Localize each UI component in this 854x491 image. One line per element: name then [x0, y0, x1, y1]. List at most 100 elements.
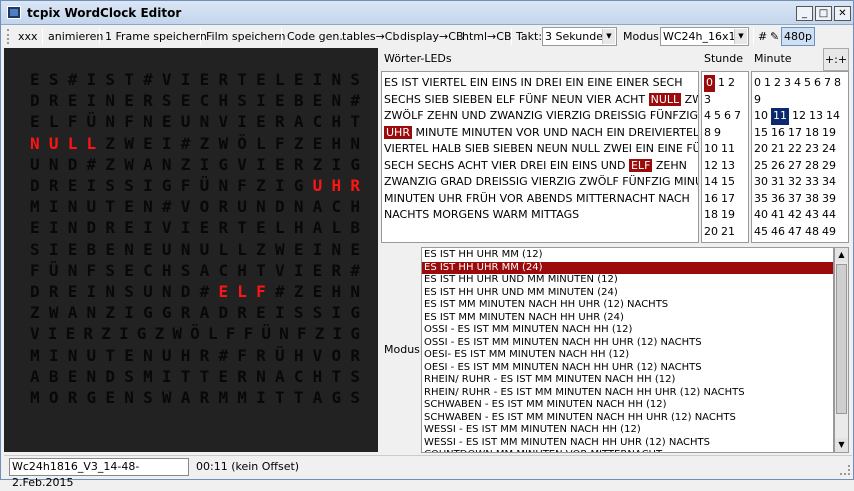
- clock-letter[interactable]: Ü: [87, 112, 97, 131]
- clock-letter[interactable]: A: [143, 155, 153, 174]
- clock-letter[interactable]: E: [68, 367, 78, 386]
- clock-letter[interactable]: R: [49, 91, 59, 110]
- resolution-button[interactable]: 480p: [781, 27, 815, 46]
- modus-item[interactable]: RHEIN/ RUHR - ES IST MM MINUTEN NACH HH …: [422, 374, 833, 387]
- clock-letter[interactable]: N: [68, 261, 78, 280]
- clock-letter[interactable]: F: [30, 261, 40, 280]
- clock-letter[interactable]: U: [87, 197, 97, 216]
- clock-letter[interactable]: I: [87, 282, 97, 301]
- clock-letter[interactable]: E: [313, 91, 323, 110]
- close-icon[interactable]: ✕: [834, 6, 851, 21]
- clock-letter[interactable]: I: [143, 218, 153, 237]
- clock-letter[interactable]: S: [350, 70, 360, 89]
- hour-item[interactable]: 17: [721, 191, 738, 208]
- modus-item[interactable]: OSSI - ES IST MM MINUTEN NACH HH UHR (12…: [422, 337, 833, 350]
- clock-letter[interactable]: B: [294, 91, 304, 110]
- clock-letter[interactable]: L: [256, 134, 266, 153]
- minute-item[interactable]: 46: [771, 224, 788, 241]
- clock-letter[interactable]: #: [350, 91, 360, 110]
- clock-letter[interactable]: I: [162, 367, 172, 386]
- modus-item[interactable]: RHEIN/ RUHR - ES IST MM MINUTEN NACH HH …: [422, 387, 833, 400]
- word-line[interactable]: ES IST VIERTEL EIN EINS IN DREI EIN EINE…: [384, 75, 696, 92]
- clock-letter[interactable]: S: [143, 388, 153, 407]
- hour-item[interactable]: 18: [704, 207, 721, 224]
- clock-letter[interactable]: L: [68, 134, 78, 153]
- clock-letter[interactable]: A: [30, 367, 40, 386]
- clock-letter[interactable]: N: [350, 134, 360, 153]
- minute-item[interactable]: 31: [771, 174, 788, 191]
- clock-letter[interactable]: V: [237, 155, 247, 174]
- clock-letter[interactable]: R: [181, 303, 191, 322]
- clock-letter[interactable]: H: [218, 91, 228, 110]
- clock-letter[interactable]: H: [294, 218, 304, 237]
- clock-letter[interactable]: E: [30, 70, 40, 89]
- clock-letter[interactable]: I: [48, 324, 58, 343]
- clock-letter[interactable]: R: [49, 176, 59, 195]
- clock-letter[interactable]: D: [275, 197, 285, 216]
- clock-letter[interactable]: N: [350, 282, 360, 301]
- modus-item[interactable]: SCHWABEN - ES IST MM MINUTEN NACH HH (12…: [422, 399, 833, 412]
- word-leds-list[interactable]: ES IST VIERTEL EIN EINS IN DREI EIN EINE…: [381, 71, 699, 243]
- clock-letter[interactable]: E: [313, 282, 323, 301]
- clock-letter[interactable]: G: [332, 388, 342, 407]
- clock-letter[interactable]: E: [294, 70, 304, 89]
- minute-item[interactable]: 52: [788, 240, 805, 242]
- clock-letter[interactable]: E: [66, 324, 76, 343]
- clock-letter[interactable]: Ü: [49, 261, 59, 280]
- clock-letter[interactable]: N: [143, 197, 153, 216]
- clock-letter[interactable]: R: [237, 303, 247, 322]
- clock-letter[interactable]: I: [87, 70, 97, 89]
- clock-letter[interactable]: N: [143, 112, 153, 131]
- minute-item[interactable]: 20: [754, 141, 771, 158]
- clock-letter[interactable]: F: [181, 176, 191, 195]
- clock-letter[interactable]: V: [275, 261, 285, 280]
- save-frame-button[interactable]: 1 Frame speichern: [103, 27, 209, 46]
- minute-item[interactable]: 33: [805, 174, 822, 191]
- hour-item[interactable]: 10: [704, 141, 721, 158]
- html-to-clipboard-button[interactable]: html→CB: [460, 27, 514, 46]
- active-word[interactable]: NULL: [648, 92, 682, 106]
- clock-letter[interactable]: D: [218, 303, 228, 322]
- clock-letter[interactable]: G: [143, 303, 153, 322]
- hour-item[interactable]: 19: [721, 207, 738, 224]
- minute-item[interactable]: 12: [792, 108, 809, 125]
- hour-item[interactable]: 6: [724, 108, 734, 125]
- clock-letter[interactable]: U: [200, 240, 210, 259]
- clock-letter[interactable]: V: [181, 197, 191, 216]
- clock-letter[interactable]: E: [124, 91, 134, 110]
- clock-letter[interactable]: L: [237, 282, 247, 301]
- minute-item[interactable]: 29: [822, 158, 839, 175]
- clock-letter[interactable]: F: [124, 112, 134, 131]
- clock-letter[interactable]: N: [332, 70, 342, 89]
- clock-letter[interactable]: I: [256, 91, 266, 110]
- clock-letter[interactable]: S: [49, 70, 59, 89]
- clock-letter[interactable]: W: [124, 155, 134, 174]
- clock-letter[interactable]: O: [332, 346, 342, 365]
- hour-item[interactable]: 7: [734, 108, 744, 125]
- minute-item[interactable]: 24: [822, 141, 839, 158]
- clock-letter[interactable]: E: [218, 367, 228, 386]
- clock-letter[interactable]: E: [256, 303, 266, 322]
- clock-letter[interactable]: C: [200, 91, 210, 110]
- clock-letter[interactable]: S: [105, 261, 115, 280]
- clock-letter[interactable]: F: [68, 112, 78, 131]
- clock-letter[interactable]: G: [162, 176, 172, 195]
- clock-letter[interactable]: F: [237, 346, 247, 365]
- clock-letter[interactable]: Z: [256, 240, 266, 259]
- modus-item[interactable]: WESSI - ES IST MM MINUTEN NACH HH (12): [422, 424, 833, 437]
- clock-letter[interactable]: F: [244, 324, 254, 343]
- word-line[interactable]: SECHS SIEB SIEBEN ELF FÜNF NEUN VIER ACH…: [384, 92, 698, 109]
- clock-letter[interactable]: L: [218, 240, 228, 259]
- clock-letter[interactable]: R: [218, 218, 228, 237]
- clock-letter[interactable]: G: [137, 324, 147, 343]
- clock-letter[interactable]: R: [332, 261, 342, 280]
- modus-item[interactable]: ES IST MM MINUTEN NACH HH UHR (12) NACHT…: [422, 299, 833, 312]
- clock-letter[interactable]: R: [294, 155, 304, 174]
- generate-code-button[interactable]: Code gen.: [285, 27, 345, 46]
- clock-letter[interactable]: W: [162, 388, 172, 407]
- clock-letter[interactable]: U: [313, 176, 323, 195]
- clock-letter[interactable]: C: [313, 112, 323, 131]
- hour-item[interactable]: 14: [704, 174, 721, 191]
- clock-letter[interactable]: E: [162, 112, 172, 131]
- chevron-down-icon[interactable]: ▼: [734, 29, 747, 44]
